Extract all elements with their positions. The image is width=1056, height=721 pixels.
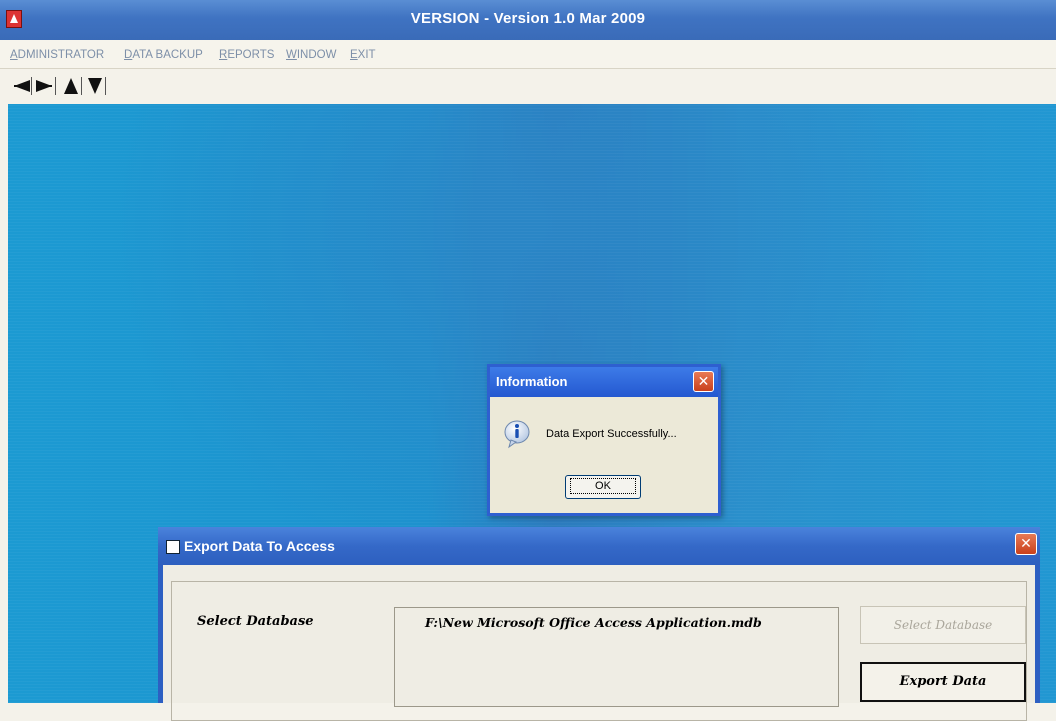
main-title-bar: VERSION - Version 1.0 Mar 2009 <box>0 0 1056 40</box>
arrow-left-icon[interactable] <box>10 77 32 95</box>
dialog-close-icon[interactable]: ✕ <box>693 371 714 392</box>
ok-button-label: OK <box>570 478 636 494</box>
window-app-icon[interactable] <box>166 540 180 554</box>
database-path-text: F:\New Microsoft Office Access Applicati… <box>425 615 762 630</box>
info-icon <box>502 419 532 449</box>
export-close-icon[interactable]: ✕ <box>1015 533 1037 555</box>
database-path-box: F:\New Microsoft Office Access Applicati… <box>394 607 839 707</box>
dialog-title: Information <box>496 374 568 389</box>
menu-administrator[interactable]: ADMINISTRATOR <box>10 49 104 61</box>
export-body: Select Database F:\New Microsoft Office … <box>163 565 1035 721</box>
export-panel: Select Database F:\New Microsoft Office … <box>171 581 1027 721</box>
menu-reports[interactable]: REPORTS <box>219 49 274 61</box>
menu-data-backup[interactable]: DATA BACKUP <box>124 49 203 61</box>
export-data-window: Export Data To Access ✕ Select Database … <box>158 527 1040 721</box>
export-title-bar: Export Data To Access ✕ <box>158 527 1040 565</box>
menu-exit[interactable]: EXIT <box>350 49 376 61</box>
export-window-title: Export Data To Access <box>184 538 335 554</box>
export-data-button[interactable]: Export Data <box>860 662 1026 702</box>
arrow-down-icon[interactable] <box>84 77 106 95</box>
menu-bar: ADMINISTRATOR DATA BACKUP REPORTS WINDOW… <box>0 40 1056 69</box>
ok-button[interactable]: OK <box>565 475 641 499</box>
arrow-up-icon[interactable] <box>60 77 82 95</box>
menu-window[interactable]: WINDOW <box>286 49 336 61</box>
information-dialog: Information ✕ Data Export Successfully..… <box>487 364 721 516</box>
select-database-button[interactable]: Select Database <box>860 606 1026 644</box>
select-database-label: Select Database <box>197 614 314 629</box>
toolbar <box>0 69 1056 103</box>
arrow-right-icon[interactable] <box>34 77 56 95</box>
dialog-title-bar: Information ✕ <box>490 367 718 397</box>
dialog-message: Data Export Successfully... <box>546 428 677 440</box>
window-title: VERSION - Version 1.0 Mar 2009 <box>410 10 646 27</box>
